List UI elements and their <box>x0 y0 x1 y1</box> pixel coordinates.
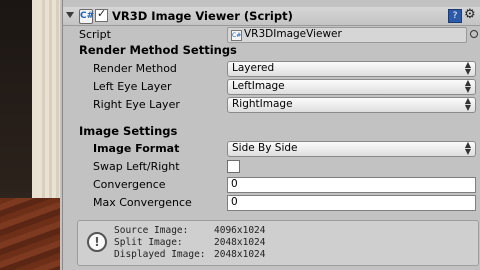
image-format-label: Image Format <box>93 142 180 155</box>
script-label: Script <box>79 28 111 41</box>
dropdown-arrows-icon: ▲ ▼ <box>464 78 471 94</box>
swap-left-right-row: Swap Left/Right <box>63 159 480 175</box>
image-format-dropdown[interactable]: Side By Side ▲ ▼ <box>227 141 476 157</box>
info-icon: ! <box>87 232 107 252</box>
object-picker-icon[interactable] <box>470 30 478 38</box>
max-convergence-row: Max Convergence 0 <box>63 195 480 211</box>
script-object-field[interactable]: C# VR3DImageViewer <box>227 27 467 43</box>
info-line-label: Split Image: <box>114 237 183 248</box>
foldout-arrow-icon[interactable] <box>66 12 74 18</box>
convergence-label: Convergence <box>93 178 166 191</box>
dropdown-arrows-icon: ▲ ▼ <box>464 60 471 76</box>
info-line-value: 4096x1024 <box>214 225 266 236</box>
book-icon[interactable]: ? <box>448 9 462 23</box>
script-row: Script C# VR3DImageViewer <box>63 27 480 43</box>
gear-icon[interactable]: ⚙ <box>464 7 476 22</box>
convergence-input[interactable]: 0 <box>227 177 476 193</box>
render-method-value: Layered <box>232 62 275 74</box>
right-eye-layer-label: Right Eye Layer <box>93 98 180 111</box>
render-method-row: Render Method Layered ▲ ▼ <box>63 61 480 77</box>
scene-view-strip <box>0 0 60 270</box>
info-line-value: 2048x1024 <box>214 237 266 248</box>
info-line-label: Displayed Image: <box>114 249 206 260</box>
convergence-value: 0 <box>231 178 238 190</box>
right-eye-layer-row: Right Eye Layer RightImage ▲ ▼ <box>63 97 480 113</box>
max-convergence-value: 0 <box>231 196 238 208</box>
info-line-label: Source Image: <box>114 225 189 236</box>
scene-panel <box>38 0 60 200</box>
left-eye-layer-value: LeftImage <box>232 80 285 92</box>
left-eye-layer-row: Left Eye Layer LeftImage ▲ ▼ <box>63 79 480 95</box>
scene-floor <box>0 198 60 270</box>
script-value: VR3DImageViewer <box>244 28 342 40</box>
swap-left-right-checkbox[interactable] <box>227 160 240 173</box>
info-line-value: 2048x1024 <box>214 249 266 260</box>
csharp-script-icon: C# <box>231 30 242 41</box>
component-header[interactable]: C# VR3D Image Viewer (Script) ? ⚙ <box>63 7 480 26</box>
image-settings-heading: Image Settings <box>79 124 178 138</box>
inspector-panel: C# VR3D Image Viewer (Script) ? ⚙ Script… <box>62 0 480 270</box>
info-line: Split Image: 2048x1024 <box>114 237 265 248</box>
render-method-dropdown[interactable]: Layered ▲ ▼ <box>227 61 476 77</box>
component-title: VR3D Image Viewer (Script) <box>112 9 293 23</box>
render-method-label: Render Method <box>93 62 177 75</box>
left-eye-layer-dropdown[interactable]: LeftImage ▲ ▼ <box>227 79 476 95</box>
max-convergence-input[interactable]: 0 <box>227 195 476 211</box>
right-eye-layer-dropdown[interactable]: RightImage ▲ ▼ <box>227 97 476 113</box>
csharp-script-icon: C# <box>79 9 94 24</box>
right-eye-layer-value: RightImage <box>232 98 293 110</box>
max-convergence-label: Max Convergence <box>93 196 192 209</box>
dropdown-arrows-icon: ▲ ▼ <box>464 96 471 112</box>
info-line: Displayed Image: 2048x1024 <box>114 249 265 260</box>
dropdown-arrows-icon: ▲ ▼ <box>464 140 471 156</box>
image-format-row: Image Format Side By Side ▲ ▼ <box>63 141 480 157</box>
swap-left-right-label: Swap Left/Right <box>93 160 180 173</box>
component-enabled-checkbox[interactable] <box>95 7 108 22</box>
left-eye-layer-label: Left Eye Layer <box>93 80 172 93</box>
render-method-settings-heading: Render Method Settings <box>79 43 237 57</box>
image-format-value: Side By Side <box>232 142 298 154</box>
convergence-row: Convergence 0 <box>63 177 480 193</box>
info-help-box: ! Source Image: 4096x1024 Split Image: 204… <box>77 220 479 266</box>
info-line: Source Image: 4096x1024 <box>114 225 265 236</box>
